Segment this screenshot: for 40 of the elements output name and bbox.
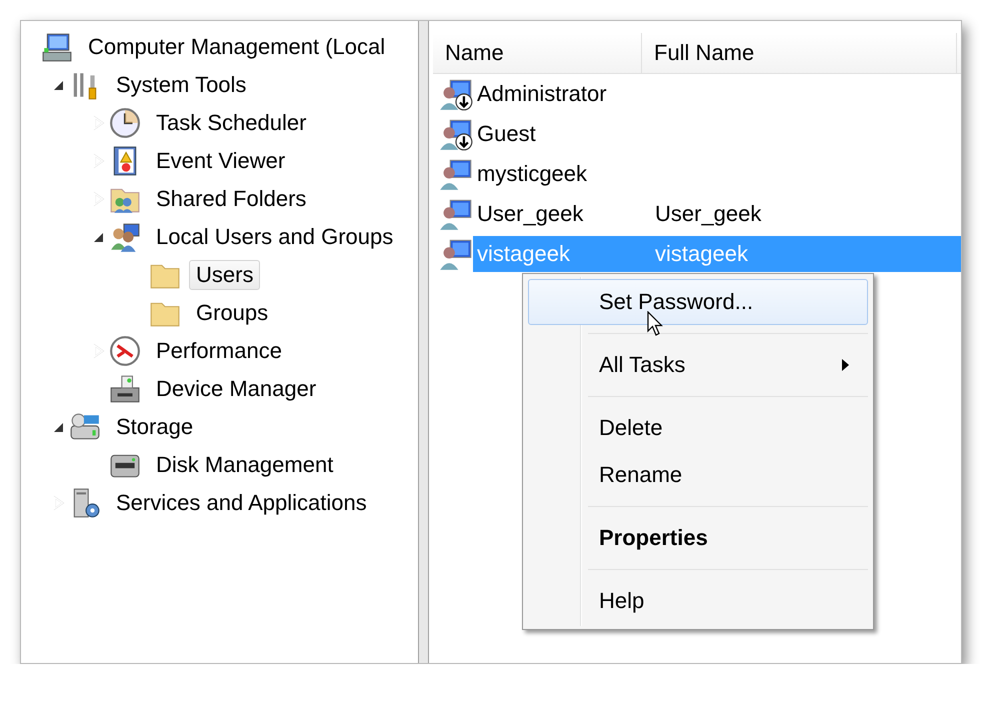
table-row[interactable]: Administrator <box>473 76 961 112</box>
table-row[interactable]: Guest <box>473 116 961 152</box>
mouse-pointer-icon <box>647 311 663 337</box>
menu-item[interactable]: Set Password... <box>528 279 868 325</box>
table-cell-text: Administrator <box>477 81 608 107</box>
table-row[interactable]: mysticgeek <box>473 156 961 192</box>
column-header[interactable]: Full Name <box>642 33 957 73</box>
tree-item[interactable]: Performance <box>149 336 289 366</box>
menu-item[interactable]: Help <box>528 578 868 624</box>
submenu-arrow-icon <box>842 359 849 371</box>
table-cell-text: vistageek <box>477 241 571 267</box>
table-cell-text: mysticgeek <box>477 161 588 187</box>
tree-item[interactable]: Shared Folders <box>149 184 314 214</box>
menu-item[interactable]: Delete <box>528 405 868 451</box>
tree-item[interactable]: Storage <box>109 412 200 442</box>
table-cell: User_geek <box>655 201 762 227</box>
tree-item[interactable]: Groups <box>189 298 276 328</box>
users-icon <box>109 221 141 253</box>
computer-icon <box>41 31 73 63</box>
column-header[interactable]: Name <box>433 33 642 73</box>
tree-item[interactable]: Task Scheduler <box>149 108 314 138</box>
tree-item[interactable]: Event Viewer <box>149 146 292 176</box>
table-cell-text: User_geek <box>477 201 584 227</box>
clock-icon <box>109 107 141 139</box>
table-row[interactable]: User_geek User_geek <box>473 196 961 232</box>
menu-item[interactable]: All Tasks <box>528 342 868 388</box>
gauge-icon <box>109 335 141 367</box>
tree-item[interactable]: Users <box>189 260 260 290</box>
tree-item[interactable]: Computer Management (Local <box>81 32 392 62</box>
tree-item[interactable]: Disk Management <box>149 450 340 480</box>
toolbox-icon <box>109 373 141 405</box>
menu-item[interactable]: Rename <box>528 452 868 498</box>
tree-item[interactable]: Local Users and Groups <box>149 222 400 252</box>
pane-splitter[interactable] <box>418 21 429 663</box>
table-cell: vistageek <box>655 241 748 267</box>
menu-item[interactable]: Properties <box>528 515 868 561</box>
tree-item[interactable]: Device Manager <box>149 374 324 404</box>
tree-item[interactable]: System Tools <box>109 70 254 100</box>
table-cell-text: Guest <box>477 121 537 147</box>
tree-item[interactable]: Services and Applications <box>109 488 374 518</box>
